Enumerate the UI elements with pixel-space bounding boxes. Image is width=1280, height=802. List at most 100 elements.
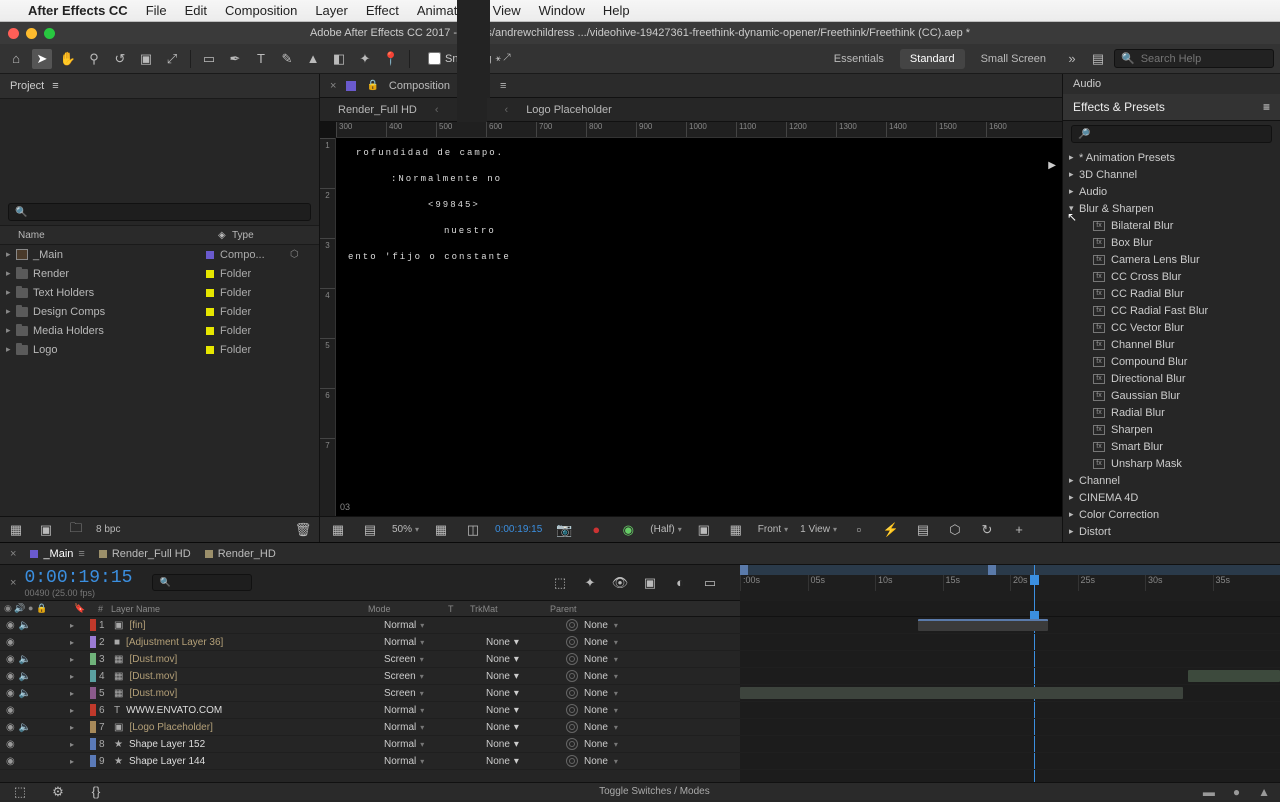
effect-category[interactable]: ▸Channel	[1063, 472, 1280, 489]
twirl-icon[interactable]: ▸	[70, 723, 74, 732]
flowchart-icon[interactable]: ⬡	[945, 520, 965, 540]
layer-row[interactable]: ◉🔈 ▸ 3 ▦[Dust.mov] Screen▾ None▾ None▾	[0, 651, 740, 668]
mask-icon[interactable]: ◫	[463, 520, 483, 540]
layer-row[interactable]: ◉ ▸ 6 TWWW.ENVATO.COM Normal▾ None▾ None…	[0, 702, 740, 719]
label-color[interactable]	[90, 721, 96, 733]
layer-name[interactable]: [Dust.mov]	[129, 671, 177, 682]
effect-category[interactable]: ▸* Animation Presets	[1063, 149, 1280, 166]
parent-select[interactable]: None	[584, 671, 608, 682]
window-close-button[interactable]	[8, 28, 19, 39]
project-new-comp-icon[interactable]: ▣	[36, 520, 56, 540]
reset-exposure-icon[interactable]: ↻	[977, 520, 997, 540]
puppet-tool[interactable]: 📍	[381, 49, 401, 69]
visibility-toggle[interactable]: ◉	[6, 654, 15, 665]
visibility-toggle[interactable]: ◉	[6, 688, 15, 699]
effect-item[interactable]: fxUnsharp Mask	[1063, 455, 1280, 472]
comp-mini-flowchart-icon[interactable]: ⬚	[550, 573, 570, 593]
audio-toggle[interactable]: 🔈	[19, 671, 31, 682]
motion-blur-icon[interactable]: ◐	[670, 573, 690, 593]
label-color[interactable]	[90, 636, 96, 648]
tl-brace-icon[interactable]: {}	[86, 782, 106, 802]
layer-bar[interactable]	[1188, 670, 1280, 682]
effect-category[interactable]: ▸Color Correction	[1063, 506, 1280, 523]
effect-item[interactable]: fxChannel Blur	[1063, 336, 1280, 353]
resolution-select[interactable]: (Half)▾	[650, 524, 681, 535]
trkmat-select[interactable]: None▾	[486, 739, 566, 750]
layer-row[interactable]: ◉🔈 ▸ 7 ▣[Logo Placeholder] Normal▾ None▾…	[0, 719, 740, 736]
timeline-search-input[interactable]	[171, 577, 246, 588]
layer-col-t[interactable]: T	[444, 604, 466, 614]
layer-col-name[interactable]: Layer Name	[111, 604, 160, 614]
crumb-logo[interactable]: Logo Placeholder	[526, 104, 612, 116]
fast-preview-icon[interactable]: ⚡	[881, 520, 901, 540]
workspace-overflow[interactable]: »	[1062, 49, 1082, 69]
draft3d-icon[interactable]: ✦	[580, 573, 600, 593]
layer-name[interactable]: [Adjustment Layer 36]	[126, 637, 223, 648]
parent-select[interactable]: None	[584, 637, 608, 648]
twirl-icon[interactable]: ▸	[1069, 152, 1079, 163]
visibility-toggle[interactable]: ◉	[6, 671, 15, 682]
layer-col-parent[interactable]: Parent	[546, 604, 646, 614]
panel-menu-icon[interactable]: ≡	[1263, 100, 1270, 114]
label-color[interactable]	[90, 670, 96, 682]
label-color[interactable]	[90, 619, 96, 631]
menu-file[interactable]: File	[146, 3, 167, 18]
track-row[interactable]	[740, 634, 1280, 651]
blend-mode-select[interactable]: Screen▾	[384, 671, 464, 682]
comp-tab-menu-icon[interactable]: ≡	[500, 80, 506, 92]
timeline-tab-close-icon[interactable]: ×	[10, 548, 16, 560]
frame-blend-icon[interactable]: ▣	[640, 573, 660, 593]
layer-name[interactable]: Shape Layer 144	[129, 756, 205, 767]
menu-layer[interactable]: Layer	[315, 3, 348, 18]
effect-item[interactable]: fxCC Radial Blur	[1063, 285, 1280, 302]
pen-tool[interactable]: ✒	[225, 49, 245, 69]
twirl-icon[interactable]: ▸	[1069, 186, 1079, 197]
tl-switches-icon[interactable]: ⚙	[48, 782, 68, 802]
layer-bar[interactable]	[918, 619, 1048, 631]
lock-icon[interactable]: 🔒	[366, 80, 378, 91]
project-item[interactable]: ▸ _Main Compo...⬡	[0, 245, 319, 264]
parent-select[interactable]: None	[584, 722, 608, 733]
menu-app-name[interactable]: After Effects CC	[28, 3, 128, 18]
pickwhip-icon[interactable]	[566, 670, 578, 682]
blend-mode-select[interactable]: Normal▾	[384, 620, 464, 631]
comp-tab-close-icon[interactable]: ×	[330, 80, 336, 92]
effect-category[interactable]: ▸3D Channel	[1063, 166, 1280, 183]
rectangle-tool[interactable]: ▭	[199, 49, 219, 69]
project-search[interactable]: 🔍	[8, 203, 311, 221]
orbit-tool[interactable]: ↺	[110, 49, 130, 69]
twirl-icon[interactable]: ▸	[6, 249, 16, 260]
work-area-start-handle[interactable]	[740, 565, 748, 575]
track-row[interactable]	[740, 651, 1280, 668]
layer-col-mode[interactable]: Mode	[364, 604, 444, 614]
label-color[interactable]	[90, 755, 96, 767]
track-row[interactable]	[740, 719, 1280, 736]
trkmat-select[interactable]: None▾	[486, 637, 566, 648]
hand-tool[interactable]: ✋	[58, 49, 78, 69]
menu-composition[interactable]: Composition	[225, 3, 297, 18]
project-item[interactable]: ▸ Logo Folder	[0, 340, 319, 359]
effect-item[interactable]: fxGaussian Blur	[1063, 387, 1280, 404]
visibility-toggle[interactable]: ◉	[6, 739, 15, 750]
twirl-icon[interactable]: ▸	[1069, 509, 1079, 520]
visibility-toggle[interactable]: ◉	[6, 722, 15, 733]
pickwhip-icon[interactable]	[566, 687, 578, 699]
effect-item[interactable]: fxDirectional Blur	[1063, 370, 1280, 387]
ruler-vertical[interactable]: 1234567	[320, 138, 336, 516]
project-col-name[interactable]: Name	[18, 230, 218, 241]
effect-item[interactable]: fxCC Radial Fast Blur	[1063, 302, 1280, 319]
twirl-icon[interactable]: ▸	[6, 287, 16, 298]
selection-tool[interactable]: ➤	[32, 49, 52, 69]
label-color[interactable]	[206, 270, 214, 278]
project-item[interactable]: ▸ Text Holders Folder	[0, 283, 319, 302]
parent-select[interactable]: None	[584, 688, 608, 699]
layer-name[interactable]: [Logo Placeholder]	[129, 722, 212, 733]
trkmat-select[interactable]: None▾	[486, 705, 566, 716]
effects-search[interactable]: 🔎	[1071, 125, 1272, 143]
project-new-folder-icon[interactable]: 🗀	[66, 520, 86, 540]
layer-row[interactable]: ◉ ▸ 9 ★Shape Layer 144 Normal▾ None▾ Non…	[0, 753, 740, 770]
audio-toggle[interactable]: 🔈	[19, 722, 31, 733]
zoom-tool[interactable]: ⚲	[84, 49, 104, 69]
layer-row[interactable]: ◉🔈 ▸ 4 ▦[Dust.mov] Screen▾ None▾ None▾	[0, 668, 740, 685]
track-row[interactable]	[740, 736, 1280, 753]
